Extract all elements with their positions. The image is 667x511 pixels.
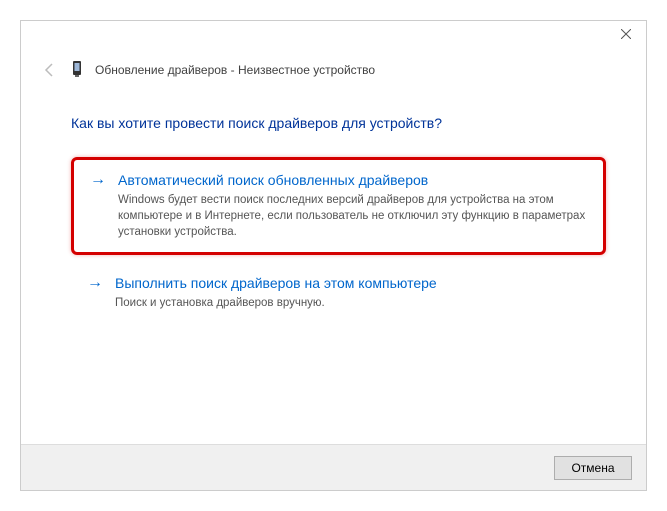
back-button[interactable] <box>39 59 61 81</box>
cancel-button[interactable]: Отмена <box>554 456 632 480</box>
close-button[interactable] <box>606 21 646 47</box>
dialog-footer: Отмена <box>21 444 646 490</box>
arrow-right-icon: → <box>87 273 103 293</box>
option-title: Выполнить поиск драйверов на этом компью… <box>115 273 590 293</box>
option-description: Поиск и установка драйверов вручную. <box>115 295 590 311</box>
option-title: Автоматический поиск обновленных драйвер… <box>118 170 587 190</box>
option-auto-search[interactable]: → Автоматический поиск обновленных драйв… <box>71 157 606 255</box>
dialog-title: Обновление драйверов - Неизвестное устро… <box>95 63 375 77</box>
option-description: Windows будет вести поиск последних верс… <box>118 192 587 240</box>
dialog-content: Как вы хотите провести поиск драйверов д… <box>21 91 646 444</box>
question-heading: Как вы хотите провести поиск драйверов д… <box>71 115 606 131</box>
dialog-header: Обновление драйверов - Неизвестное устро… <box>21 55 646 91</box>
driver-update-dialog: Обновление драйверов - Неизвестное устро… <box>20 20 647 491</box>
titlebar <box>21 21 646 55</box>
device-icon <box>71 60 85 80</box>
back-arrow-icon <box>42 62 58 78</box>
arrow-right-icon: → <box>90 170 106 190</box>
option-browse-computer[interactable]: → Выполнить поиск драйверов на этом комп… <box>71 263 606 323</box>
close-icon <box>621 29 631 39</box>
